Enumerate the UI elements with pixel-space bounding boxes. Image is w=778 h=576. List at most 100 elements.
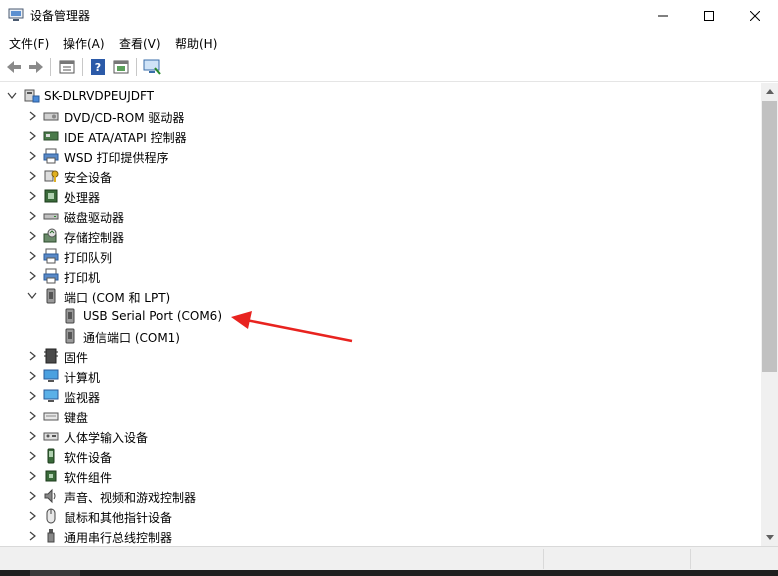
window-title: 设备管理器 xyxy=(30,9,91,23)
chevron-right-icon[interactable] xyxy=(27,130,37,142)
tree-category-item[interactable]: 通用串行总线控制器 xyxy=(0,526,761,546)
forward-icon xyxy=(29,61,43,73)
back-button[interactable] xyxy=(4,57,24,77)
properties-button[interactable] xyxy=(57,57,77,77)
computer-icon xyxy=(43,369,59,382)
disk-drive-icon xyxy=(43,213,59,220)
chevron-right-icon[interactable] xyxy=(27,190,37,202)
vertical-scrollbar[interactable] xyxy=(761,83,778,546)
tree-item-label: 鼠标和其他指针设备 xyxy=(64,511,173,525)
chevron-right-icon[interactable] xyxy=(27,530,37,542)
firmware-icon xyxy=(44,348,58,364)
chevron-right-icon[interactable] xyxy=(27,110,37,122)
minimize-button[interactable] xyxy=(640,0,686,31)
tree-category-item[interactable]: DVD/CD-ROM 驱动器 xyxy=(0,106,761,126)
tree-item-label: 打印队列 xyxy=(64,251,113,265)
tree-category-item[interactable]: 声音、视频和游戏控制器 xyxy=(0,486,761,506)
tree-category-item[interactable]: 处理器 xyxy=(0,186,761,206)
tree-category-item[interactable]: 计算机 xyxy=(0,366,761,386)
tree-item-label: 软件组件 xyxy=(64,471,113,485)
chevron-right-icon[interactable] xyxy=(27,370,37,382)
status-divider xyxy=(543,549,544,569)
chevron-right-icon[interactable] xyxy=(27,270,37,282)
tree-category-item[interactable]: 软件设备 xyxy=(0,446,761,466)
menu-file[interactable]: 文件(F) xyxy=(9,35,49,52)
menu-bar: 文件(F) 操作(A) 查看(V) 帮助(H) xyxy=(0,31,778,53)
dvd-drive-icon xyxy=(43,112,59,121)
chevron-right-icon[interactable] xyxy=(27,450,37,462)
chevron-right-icon[interactable] xyxy=(27,470,37,482)
software-component-icon xyxy=(45,470,57,482)
menu-view[interactable]: 查看(V) xyxy=(119,35,161,52)
printer-icon xyxy=(43,148,59,164)
tree-category-item[interactable]: 安全设备 xyxy=(0,166,761,186)
tree-category-item[interactable]: 固件 xyxy=(0,346,761,366)
chevron-right-icon[interactable] xyxy=(27,510,37,522)
forward-button[interactable] xyxy=(26,57,46,77)
chevron-right-icon[interactable] xyxy=(27,390,37,402)
tree-child-item[interactable]: USB Serial Port (COM6) xyxy=(0,306,761,326)
mouse-icon xyxy=(46,508,56,524)
tree-item-label: 键盘 xyxy=(64,411,89,425)
port-icon xyxy=(65,328,75,344)
tree-category-item[interactable]: 打印队列 xyxy=(0,246,761,266)
monitor-icon xyxy=(143,59,161,75)
tree-category-item[interactable]: 端口 (COM 和 LPT) xyxy=(0,286,761,306)
chevron-right-icon[interactable] xyxy=(27,210,37,222)
tree-item-label: 监视器 xyxy=(64,391,101,405)
chevron-right-icon[interactable] xyxy=(27,230,37,242)
tree-category-item[interactable]: 人体学输入设备 xyxy=(0,426,761,446)
device-tree[interactable]: SK-DLRVDPEUJDFT DVD/CD-ROM 驱动器 IDE ATA/AT… xyxy=(0,83,761,546)
chevron-up-icon xyxy=(765,89,774,94)
tree-category-item[interactable]: 键盘 xyxy=(0,406,761,426)
tree-category-item[interactable]: WSD 打印提供程序 xyxy=(0,146,761,166)
ide-controller-icon xyxy=(43,131,59,141)
tree-root[interactable]: SK-DLRVDPEUJDFT xyxy=(0,86,761,106)
tree-category-item[interactable]: IDE ATA/ATAPI 控制器 xyxy=(0,126,761,146)
chevron-down-icon[interactable] xyxy=(27,290,37,302)
tree-category-item[interactable]: 监视器 xyxy=(0,386,761,406)
software-device-icon xyxy=(47,448,55,464)
chevron-right-icon[interactable] xyxy=(27,170,37,182)
menu-action[interactable]: 操作(A) xyxy=(63,35,105,52)
tree-item-label: IDE ATA/ATAPI 控制器 xyxy=(64,131,187,145)
computer-name: SK-DLRVDPEUJDFT xyxy=(44,89,155,103)
help-button[interactable]: ? xyxy=(88,57,108,77)
tree-item-label: DVD/CD-ROM 驱动器 xyxy=(64,111,185,125)
security-device-icon xyxy=(44,170,59,182)
maximize-button[interactable] xyxy=(686,0,732,31)
scan-hardware-button[interactable] xyxy=(142,57,162,77)
printer-icon xyxy=(43,268,59,284)
tree-child-item[interactable]: 通信端口 (COM1) xyxy=(0,326,761,346)
tree-category-item[interactable]: 打印机 xyxy=(0,266,761,286)
chevron-right-icon[interactable] xyxy=(27,410,37,422)
chevron-right-icon[interactable] xyxy=(27,490,37,502)
tree-category-item[interactable]: 鼠标和其他指针设备 xyxy=(0,506,761,526)
close-button[interactable] xyxy=(732,0,778,31)
back-icon xyxy=(7,61,21,73)
update-driver-button[interactable] xyxy=(111,57,131,77)
tree-category-item[interactable]: 磁盘驱动器 xyxy=(0,206,761,226)
status-divider xyxy=(690,549,691,569)
storage-controller-icon xyxy=(43,228,57,243)
chevron-right-icon[interactable] xyxy=(27,150,37,162)
scroll-thumb[interactable] xyxy=(762,101,777,372)
hid-icon xyxy=(43,432,59,441)
close-icon xyxy=(750,10,760,21)
tree-category-item[interactable]: 存储控制器 xyxy=(0,226,761,246)
tree-item-label: 人体学输入设备 xyxy=(64,431,149,445)
toolbar-separator xyxy=(136,58,137,76)
scroll-up-button[interactable] xyxy=(761,83,778,100)
toolbar-separator xyxy=(82,58,83,76)
chevron-down-icon[interactable] xyxy=(7,90,17,102)
tree-category-item[interactable]: 软件组件 xyxy=(0,466,761,486)
chevron-right-icon[interactable] xyxy=(27,350,37,362)
usb-icon xyxy=(47,529,55,543)
svg-text:?: ? xyxy=(95,61,101,74)
menu-help[interactable]: 帮助(H) xyxy=(175,35,217,52)
scroll-down-button[interactable] xyxy=(761,529,778,546)
tree-item-label: 端口 (COM 和 LPT) xyxy=(64,291,171,305)
chevron-right-icon[interactable] xyxy=(27,250,37,262)
properties-icon xyxy=(59,60,75,74)
chevron-right-icon[interactable] xyxy=(27,430,37,442)
